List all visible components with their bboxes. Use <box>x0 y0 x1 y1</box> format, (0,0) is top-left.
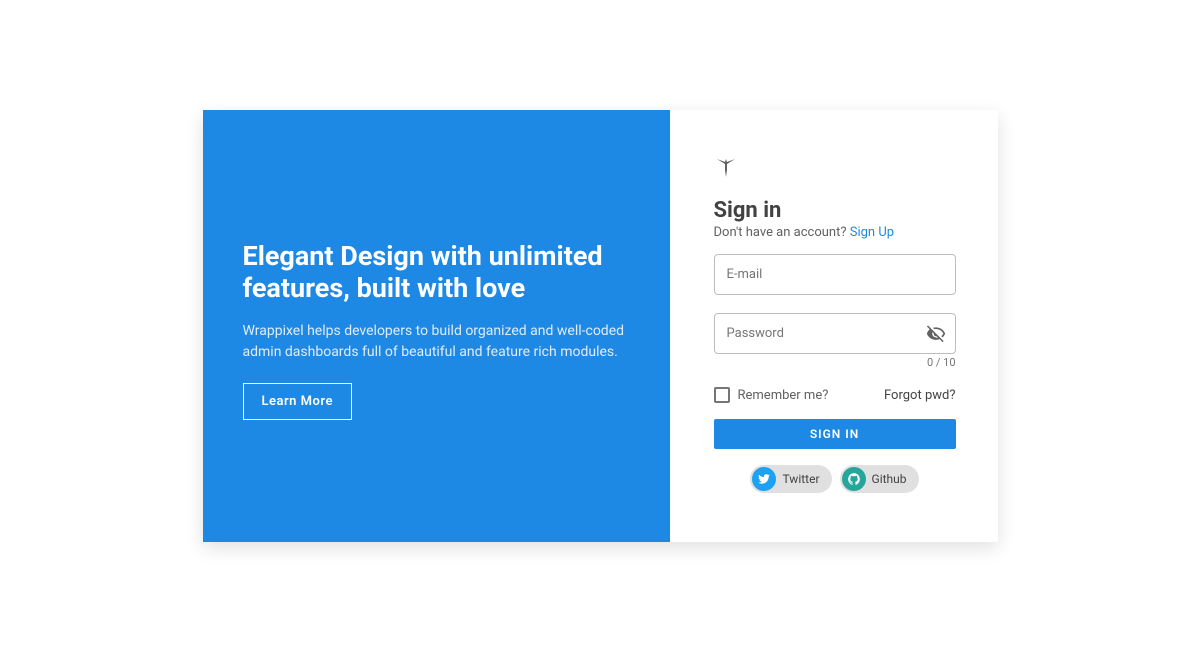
remember-checkbox[interactable] <box>714 387 730 403</box>
password-wrapper <box>714 313 956 354</box>
twitter-icon <box>752 467 776 491</box>
no-account-text: Don't have an account? <box>714 225 850 240</box>
forgot-password-link[interactable]: Forgot pwd? <box>884 388 956 403</box>
promo-title: Elegant Design with unlimited features, … <box>243 240 630 305</box>
signin-panel: Sign in Don't have an account? Sign Up 0… <box>670 110 998 542</box>
twitter-chip[interactable]: Twitter <box>750 465 831 493</box>
learn-more-button[interactable]: Learn More <box>243 383 352 420</box>
visibility-off-icon[interactable] <box>926 324 946 344</box>
auth-card: Elegant Design with unlimited features, … <box>203 110 998 542</box>
remember-wrapper: Remember me? <box>714 387 829 403</box>
remember-label: Remember me? <box>738 388 829 403</box>
options-row: Remember me? Forgot pwd? <box>714 387 956 403</box>
signin-button[interactable]: SIGN IN <box>714 419 956 449</box>
social-row: Twitter Github <box>714 465 956 493</box>
signin-title: Sign in <box>714 198 956 223</box>
logo-icon <box>714 156 738 180</box>
promo-text: Wrappixel helps developers to build orga… <box>243 321 630 363</box>
github-chip[interactable]: Github <box>840 465 919 493</box>
password-field[interactable] <box>714 313 956 354</box>
twitter-label: Twitter <box>782 472 819 486</box>
signup-link[interactable]: Sign Up <box>850 225 894 240</box>
signup-prompt: Don't have an account? Sign Up <box>714 225 956 240</box>
email-field[interactable] <box>714 254 956 295</box>
github-icon <box>842 467 866 491</box>
github-label: Github <box>872 472 907 486</box>
password-char-counter: 0 / 10 <box>714 356 956 369</box>
promo-panel: Elegant Design with unlimited features, … <box>203 110 670 542</box>
